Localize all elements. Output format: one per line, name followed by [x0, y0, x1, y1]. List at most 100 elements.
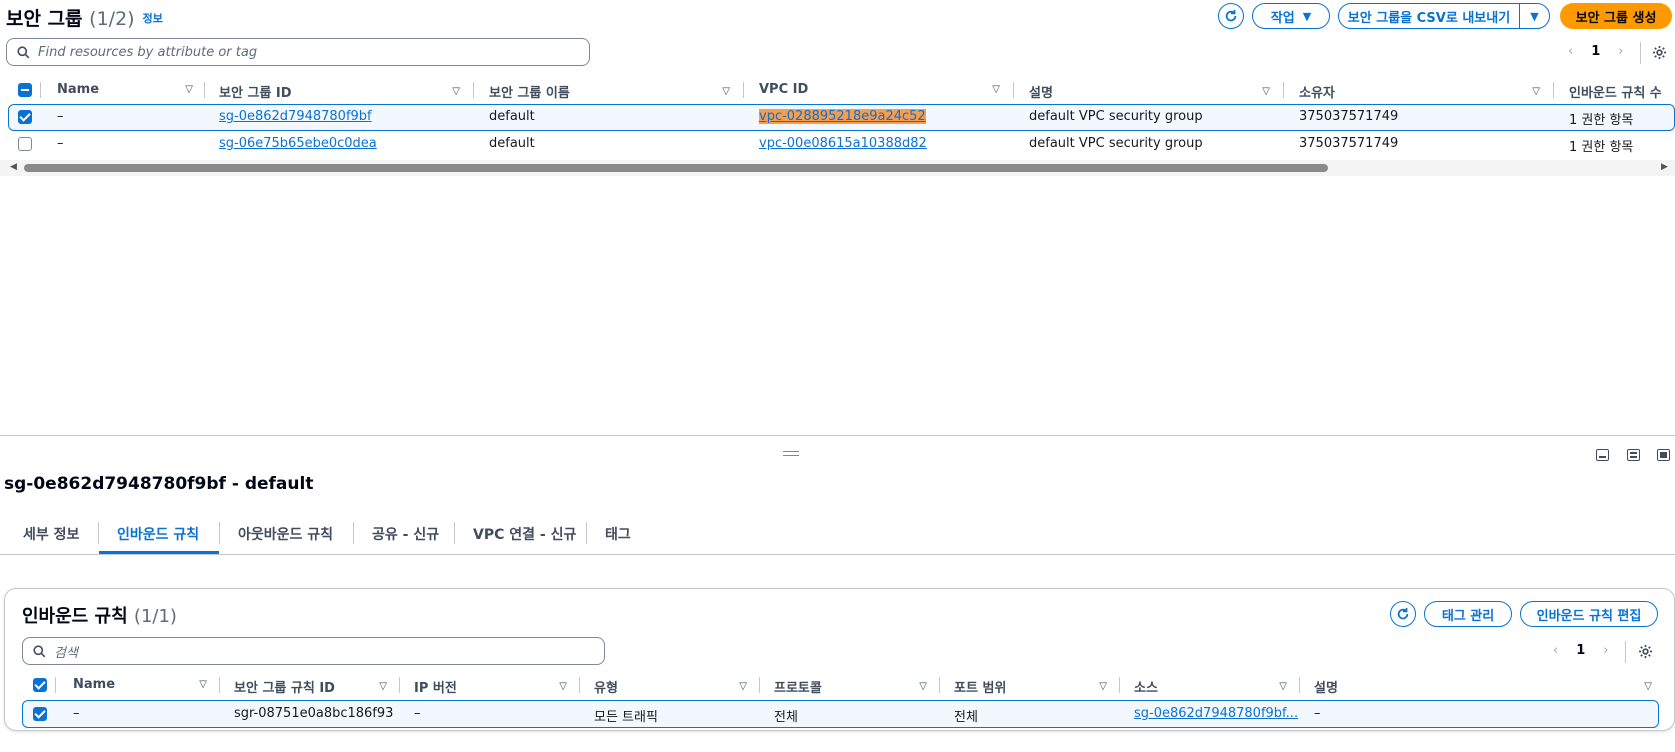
- export-dropdown-button[interactable]: ▼: [1519, 3, 1550, 29]
- divider: [1625, 641, 1626, 663]
- manage-tags-button[interactable]: 태그 관리: [1424, 601, 1512, 627]
- cell-sg-name: default: [489, 109, 535, 124]
- refresh-button[interactable]: [1218, 3, 1244, 29]
- cell-description: default VPC security group: [1029, 136, 1203, 151]
- tab-sharing[interactable]: 공유 - 신규: [372, 524, 439, 544]
- refresh-icon: [1397, 607, 1409, 620]
- inbound-title: 인바운드 규칙 (1/1): [22, 606, 177, 627]
- column-header-inbound-count[interactable]: 인바운드 규칙 수: [1569, 82, 1675, 101]
- divider: [743, 82, 744, 98]
- row-checkbox[interactable]: [18, 110, 32, 124]
- scroll-left-icon[interactable]: ◀: [10, 162, 17, 172]
- sg-id-link[interactable]: sg-06e75b65ebe0c0dea: [219, 136, 377, 151]
- chevron-right-icon[interactable]: ›: [1618, 44, 1623, 59]
- divider: [40, 82, 41, 98]
- column-header-rule-id[interactable]: 보안 그룹 규칙 ID ▽: [234, 677, 387, 696]
- layout-full-icon[interactable]: [1657, 449, 1670, 461]
- source-link[interactable]: sg-0e862d7948780f9bf...: [1134, 706, 1298, 721]
- cell-description: default VPC security group: [1029, 109, 1203, 124]
- sort-icon: ▽: [1099, 681, 1107, 692]
- sort-icon: ▽: [1279, 681, 1287, 692]
- gear-icon: [1638, 644, 1653, 659]
- select-all-checkbox[interactable]: [18, 83, 32, 97]
- sort-icon: ▽: [1644, 681, 1652, 692]
- divider: [55, 677, 56, 693]
- refresh-rules-button[interactable]: [1390, 601, 1416, 627]
- cell-name: –: [57, 136, 64, 151]
- detail-title: sg-0e862d7948780f9bf - default: [4, 474, 314, 494]
- search-icon: [33, 644, 46, 657]
- column-header-description[interactable]: 설명 ▽: [1314, 677, 1652, 696]
- divider: [586, 522, 587, 544]
- divider: [1553, 82, 1554, 98]
- tabs-underline: [0, 554, 1675, 555]
- page-number[interactable]: 1: [1576, 643, 1585, 658]
- column-header-name[interactable]: Name ▽: [57, 82, 193, 97]
- column-header-type[interactable]: 유형 ▽: [594, 677, 747, 696]
- column-header-protocol[interactable]: 프로토콜 ▽: [774, 677, 927, 696]
- column-header-description[interactable]: 설명 ▽: [1029, 82, 1270, 101]
- sg-id-link[interactable]: sg-0e862d7948780f9bf: [219, 109, 372, 124]
- divider: [219, 677, 220, 693]
- column-header-sg-id[interactable]: 보안 그룹 ID ▽: [219, 82, 460, 101]
- rules-search-input[interactable]: 검색: [22, 637, 605, 665]
- tab-vpc-association[interactable]: VPC 연결 - 신규: [473, 524, 576, 544]
- column-header-owner[interactable]: 소유자 ▽: [1299, 82, 1540, 101]
- divider: [759, 677, 760, 693]
- edit-inbound-rules-button[interactable]: 인바운드 규칙 편집: [1520, 601, 1658, 627]
- cell-name: –: [73, 706, 80, 721]
- caret-down-icon: ▼: [1302, 9, 1312, 23]
- split-divider[interactable]: [0, 435, 1675, 436]
- chevron-left-icon[interactable]: ‹: [1568, 44, 1573, 59]
- search-input[interactable]: Find resources by attribute or tag: [6, 38, 590, 66]
- column-header-source[interactable]: 소스 ▽: [1134, 677, 1287, 696]
- cell-inbound-count: 1 권한 항목: [1569, 140, 1634, 155]
- page-number[interactable]: 1: [1591, 44, 1600, 59]
- horizontal-scrollbar[interactable]: ◀ ▶: [0, 160, 1675, 176]
- scrollbar-thumb[interactable]: [24, 164, 1328, 172]
- column-header-sg-name[interactable]: 보안 그룹 이름 ▽: [489, 82, 730, 101]
- sort-icon: ▽: [919, 681, 927, 692]
- divider: [1283, 82, 1284, 98]
- divider: [1013, 82, 1014, 98]
- info-link[interactable]: 정보: [143, 10, 163, 26]
- tab-outbound-rules[interactable]: 아웃바운드 규칙: [238, 524, 333, 544]
- sort-icon: ▽: [1532, 86, 1540, 97]
- scroll-right-icon[interactable]: ▶: [1661, 162, 1668, 172]
- tab-inbound-rules[interactable]: 인바운드 규칙: [117, 524, 199, 544]
- caret-down-icon: ▼: [1530, 9, 1539, 23]
- select-all-rules-checkbox[interactable]: [33, 678, 47, 692]
- vpc-id-link[interactable]: vpc-028895218e9a24c52: [759, 109, 926, 124]
- sort-icon: ▽: [559, 681, 567, 692]
- page-title: 보안 그룹 (1/2): [6, 8, 135, 30]
- column-header-ip-version[interactable]: IP 버전 ▽: [414, 677, 567, 696]
- rules-settings-button[interactable]: [1638, 644, 1653, 663]
- chevron-right-icon[interactable]: ›: [1603, 643, 1608, 658]
- column-header-port-range[interactable]: 포트 범위 ▽: [954, 677, 1107, 696]
- cell-protocol: 전체: [774, 710, 798, 725]
- sort-icon: ▽: [992, 84, 1000, 95]
- rules-pagination: ‹ 1 ›: [1553, 643, 1608, 658]
- chevron-left-icon[interactable]: ‹: [1553, 643, 1558, 658]
- sg-header: 보안 그룹 (1/2) 정보: [6, 4, 163, 31]
- export-csv-button[interactable]: 보안 그룹을 CSV로 내보내기: [1338, 3, 1520, 29]
- divider: [1299, 677, 1300, 693]
- drag-handle-icon[interactable]: [783, 451, 799, 456]
- layout-split-icon[interactable]: [1627, 449, 1640, 461]
- actions-button[interactable]: 작업 ▼: [1252, 3, 1330, 29]
- search-icon: [17, 45, 30, 58]
- vpc-id-link[interactable]: vpc-00e08615a10388d82: [759, 136, 927, 151]
- gear-icon: [1652, 45, 1667, 60]
- layout-bottom-icon[interactable]: [1596, 449, 1609, 461]
- tab-tags[interactable]: 태그: [605, 524, 631, 544]
- column-header-name[interactable]: Name ▽: [73, 677, 207, 692]
- cell-name: –: [57, 109, 64, 124]
- cell-inbound-count: 1 권한 항목: [1569, 113, 1634, 128]
- settings-button[interactable]: [1652, 45, 1667, 64]
- row-checkbox[interactable]: [18, 137, 32, 151]
- row-checkbox[interactable]: [33, 707, 47, 721]
- column-header-vpc-id[interactable]: VPC ID ▽: [759, 82, 1000, 97]
- cell-rule-id: sgr-08751e0a8bc186f93: [234, 706, 394, 721]
- tab-details[interactable]: 세부 정보: [23, 524, 79, 544]
- create-sg-button[interactable]: 보안 그룹 생성: [1560, 3, 1672, 29]
